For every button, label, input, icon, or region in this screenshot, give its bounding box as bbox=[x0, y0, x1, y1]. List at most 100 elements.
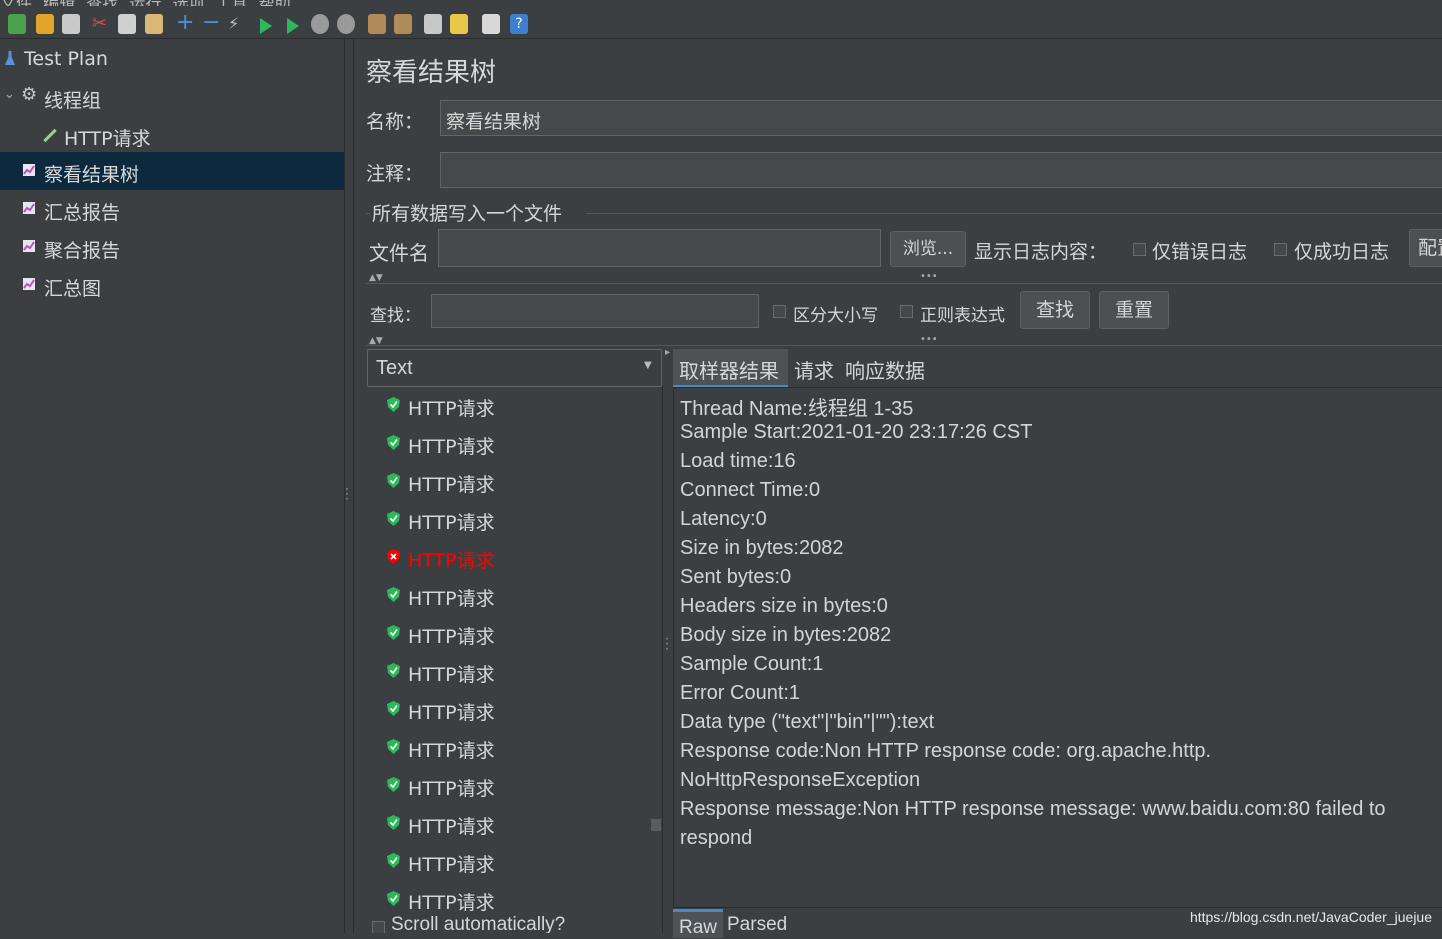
collapse-arrows-icon[interactable]: ▲▼ bbox=[369, 273, 383, 283]
renderer-select[interactable]: Text ▼ bbox=[367, 349, 662, 387]
sample-result-item[interactable]: HTTP请求 bbox=[367, 539, 657, 577]
sample-result-item[interactable]: HTTP请求 bbox=[367, 615, 657, 653]
menu-file[interactable]: 文件 bbox=[0, 0, 32, 6]
test-plan-tree: Test Plan ⌄ ⚙ 线程组 HTTP请求 察看结果树 汇总报告 聚合报告… bbox=[0, 39, 345, 933]
regex-checkbox[interactable] bbox=[900, 305, 913, 318]
sample-label: HTTP请求 bbox=[408, 702, 495, 724]
chart-icon bbox=[23, 202, 35, 214]
scroll-auto-label: Scroll automatically? bbox=[391, 914, 566, 933]
chart-icon bbox=[23, 240, 35, 252]
reset-search-icon[interactable] bbox=[450, 14, 468, 34]
tab-label: 请求 bbox=[794, 359, 834, 383]
tree-node-aggregate-report[interactable]: 聚合报告 bbox=[0, 228, 344, 266]
detail-line: respond bbox=[680, 827, 753, 849]
toolbar: ✂ + − ⚡ ? bbox=[0, 10, 1442, 39]
name-field[interactable]: 察看结果树 bbox=[440, 100, 1442, 136]
tab-label: Raw bbox=[679, 917, 718, 938]
templates-icon[interactable] bbox=[8, 14, 26, 34]
comment-field[interactable] bbox=[440, 152, 1442, 188]
sample-label: HTTP请求 bbox=[408, 626, 495, 648]
menu-run[interactable]: 运行 bbox=[129, 0, 161, 6]
detail-line: Sample Count:1 bbox=[680, 653, 824, 675]
tree-node-view-results-tree[interactable]: 察看结果树 bbox=[0, 152, 344, 190]
sample-result-item[interactable]: HTTP请求 bbox=[367, 425, 657, 463]
collapse-icon[interactable]: − bbox=[202, 12, 220, 34]
sample-result-item[interactable]: HTTP请求 bbox=[367, 767, 657, 805]
expand-icon[interactable]: + bbox=[176, 12, 194, 34]
menu-tools[interactable]: 工具 bbox=[216, 0, 248, 6]
name-label: 名称： bbox=[366, 111, 424, 133]
clear-icon[interactable] bbox=[368, 14, 386, 34]
paste-icon[interactable] bbox=[145, 14, 163, 34]
save-icon[interactable] bbox=[62, 14, 80, 34]
list-scrollbar[interactable] bbox=[651, 819, 661, 831]
sample-result-item[interactable]: HTTP请求 bbox=[367, 805, 657, 843]
sample-label: HTTP请求 bbox=[408, 854, 495, 876]
find-button[interactable]: 查找 bbox=[1020, 291, 1090, 329]
filename-input[interactable] bbox=[438, 229, 881, 267]
sample-result-item[interactable]: HTTP请求 bbox=[367, 387, 657, 425]
scroll-auto-checkbox[interactable] bbox=[372, 921, 385, 933]
sample-result-item[interactable]: HTTP请求 bbox=[367, 729, 657, 767]
tree-node-http-request[interactable]: HTTP请求 bbox=[0, 116, 344, 154]
configure-button[interactable]: 配置 bbox=[1409, 229, 1442, 267]
errors-only-checkbox[interactable] bbox=[1133, 243, 1146, 256]
tab-request[interactable]: 请求 bbox=[788, 349, 836, 385]
copy-icon[interactable] bbox=[118, 14, 136, 34]
menu-edit[interactable]: 编辑 bbox=[43, 0, 75, 6]
sample-result-item[interactable]: HTTP请求 bbox=[367, 463, 657, 501]
sample-result-item[interactable]: HTTP请求 bbox=[367, 577, 657, 615]
search-icon[interactable] bbox=[424, 14, 442, 34]
name-value: 察看结果树 bbox=[446, 111, 542, 133]
reset-button[interactable]: 重置 bbox=[1099, 291, 1169, 329]
menu-search[interactable]: 查找 bbox=[86, 0, 118, 6]
sample-label: HTTP请求 bbox=[408, 474, 495, 496]
sample-result-item[interactable]: HTTP请求 bbox=[367, 653, 657, 691]
tab-sampler-result[interactable]: 取样器结果 bbox=[673, 349, 788, 388]
drag-handle-icon[interactable]: ••• bbox=[920, 271, 938, 282]
search-input[interactable] bbox=[431, 294, 759, 328]
drag-handle-icon[interactable]: ••• bbox=[920, 334, 938, 345]
shutdown-icon[interactable] bbox=[337, 14, 355, 34]
success-shield-icon bbox=[387, 777, 400, 792]
sample-label: HTTP请求 bbox=[408, 512, 495, 534]
case-sensitive-checkbox[interactable] bbox=[773, 305, 786, 318]
browse-button[interactable]: 浏览... bbox=[890, 231, 966, 267]
tab-response-data[interactable]: 响应数据 bbox=[839, 349, 929, 385]
success-shield-icon bbox=[387, 739, 400, 754]
tree-node-summary-graph[interactable]: 汇总图 bbox=[0, 266, 344, 304]
toggle-icon[interactable]: ⚡ bbox=[228, 14, 246, 34]
tab-parsed[interactable]: Parsed bbox=[723, 909, 793, 935]
sample-results-list: HTTP请求 HTTP请求 HTTP请求 HTTP请求 HTTP请求 HTTP请求 HTTP… bbox=[367, 385, 663, 933]
expand-arrow-icon[interactable]: ▸ bbox=[665, 347, 670, 358]
success-only-checkbox[interactable] bbox=[1274, 243, 1287, 256]
tab-raw[interactable]: Raw bbox=[673, 909, 723, 938]
sampler-result-text[interactable]: Thread Name:线程组 1-35 Sample Start:2021-01… bbox=[673, 387, 1442, 907]
group-border bbox=[366, 213, 370, 214]
success-shield-icon bbox=[387, 853, 400, 868]
sample-result-item[interactable]: HTTP请求 bbox=[367, 691, 657, 729]
start-icon[interactable] bbox=[260, 18, 272, 34]
tree-node-summary-report[interactable]: 汇总报告 bbox=[0, 190, 344, 228]
splitter-handle[interactable]: · · · bbox=[345, 483, 351, 505]
start-no-pause-icon[interactable] bbox=[287, 18, 299, 34]
file-group-title: 所有数据写入一个文件 bbox=[372, 203, 563, 225]
function-helper-icon[interactable] bbox=[482, 14, 500, 34]
tree-node-thread-group[interactable]: ⌄ ⚙ 线程组 bbox=[0, 78, 344, 116]
detail-line: Latency:0 bbox=[680, 508, 767, 530]
sample-result-item[interactable]: HTTP请求 bbox=[367, 501, 657, 539]
chevron-down-icon[interactable]: ⌄ bbox=[4, 87, 16, 102]
sample-result-item[interactable]: HTTP请求 bbox=[367, 843, 657, 881]
cut-icon[interactable]: ✂ bbox=[92, 14, 110, 34]
success-shield-icon bbox=[387, 701, 400, 716]
case-sensitive-label: 区分大小写 bbox=[793, 306, 878, 326]
menu-help[interactable]: 帮助 bbox=[259, 0, 291, 6]
clear-all-icon[interactable] bbox=[394, 14, 412, 34]
stop-icon[interactable] bbox=[311, 14, 329, 34]
splitter-handle[interactable]: · · · bbox=[665, 633, 669, 655]
help-icon[interactable]: ? bbox=[510, 14, 528, 34]
open-icon[interactable] bbox=[36, 14, 54, 34]
menu-options[interactable]: 选项 bbox=[172, 0, 204, 6]
tree-node-test-plan[interactable]: Test Plan bbox=[0, 40, 344, 78]
collapse-arrows-icon[interactable]: ▲▼ bbox=[369, 336, 383, 346]
